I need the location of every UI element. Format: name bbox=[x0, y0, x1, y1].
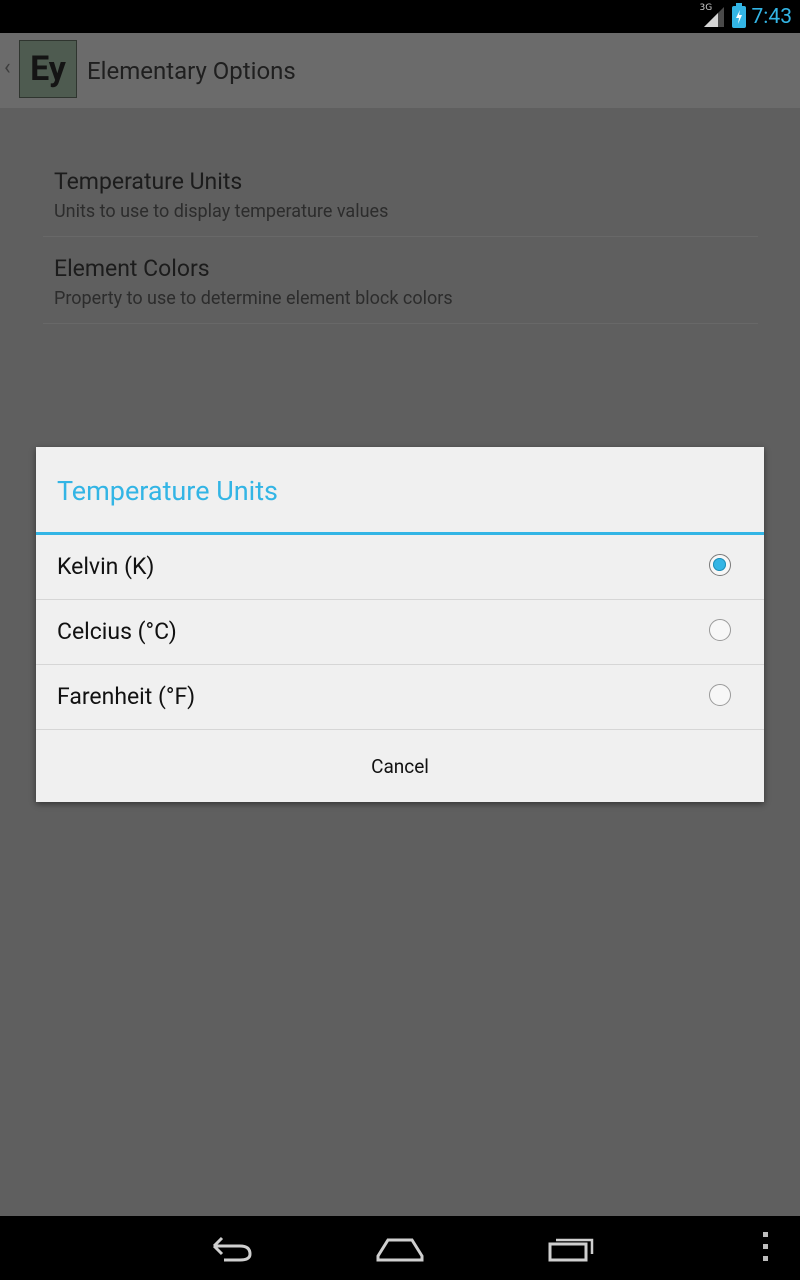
preference-summary: Property to use to determine element blo… bbox=[54, 288, 453, 309]
temperature-units-dialog: Temperature Units Kelvin (K) Celcius (°C… bbox=[36, 447, 764, 802]
overflow-menu-icon[interactable] bbox=[760, 1232, 770, 1264]
status-bar: 3G 7:43 bbox=[0, 0, 800, 33]
home-icon[interactable] bbox=[370, 1226, 430, 1270]
back-icon[interactable] bbox=[200, 1226, 260, 1270]
preference-summary: Units to use to display temperature valu… bbox=[54, 201, 389, 222]
radio-button[interactable] bbox=[709, 619, 731, 641]
battery-charging-icon bbox=[731, 2, 746, 28]
navigation-bar bbox=[0, 1216, 800, 1280]
option-celcius[interactable]: Celcius (°C) bbox=[36, 600, 764, 664]
signal-icon: 3G bbox=[699, 2, 726, 29]
recent-apps-icon[interactable] bbox=[542, 1226, 602, 1270]
option-label: Farenheit (°F) bbox=[57, 683, 196, 710]
status-icons: 3G 7:43 bbox=[699, 0, 793, 33]
radio-button[interactable] bbox=[709, 684, 731, 706]
cancel-button[interactable]: Cancel bbox=[36, 730, 764, 802]
preference-list: Temperature Units Units to use to displa… bbox=[43, 150, 758, 324]
option-farenheit[interactable]: Farenheit (°F) bbox=[36, 665, 764, 729]
preference-title: Temperature Units bbox=[54, 168, 243, 195]
clock: 7:43 bbox=[751, 4, 793, 29]
option-label: Celcius (°C) bbox=[57, 618, 177, 645]
page-title: Elementary Options bbox=[87, 57, 296, 85]
preference-temperature-units[interactable]: Temperature Units Units to use to displa… bbox=[43, 150, 758, 237]
radio-button-checked[interactable] bbox=[709, 554, 731, 576]
app-icon[interactable]: Ey bbox=[19, 40, 77, 98]
preference-title: Element Colors bbox=[54, 255, 210, 282]
preference-element-colors[interactable]: Element Colors Property to use to determ… bbox=[43, 237, 758, 324]
option-label: Kelvin (K) bbox=[57, 553, 155, 580]
up-caret-icon[interactable]: ‹ bbox=[4, 55, 11, 80]
dialog-title: Temperature Units bbox=[57, 475, 278, 507]
network-type-label: 3G bbox=[699, 2, 713, 13]
option-kelvin[interactable]: Kelvin (K) bbox=[36, 535, 764, 599]
action-bar: ‹ Ey Elementary Options bbox=[0, 33, 800, 108]
